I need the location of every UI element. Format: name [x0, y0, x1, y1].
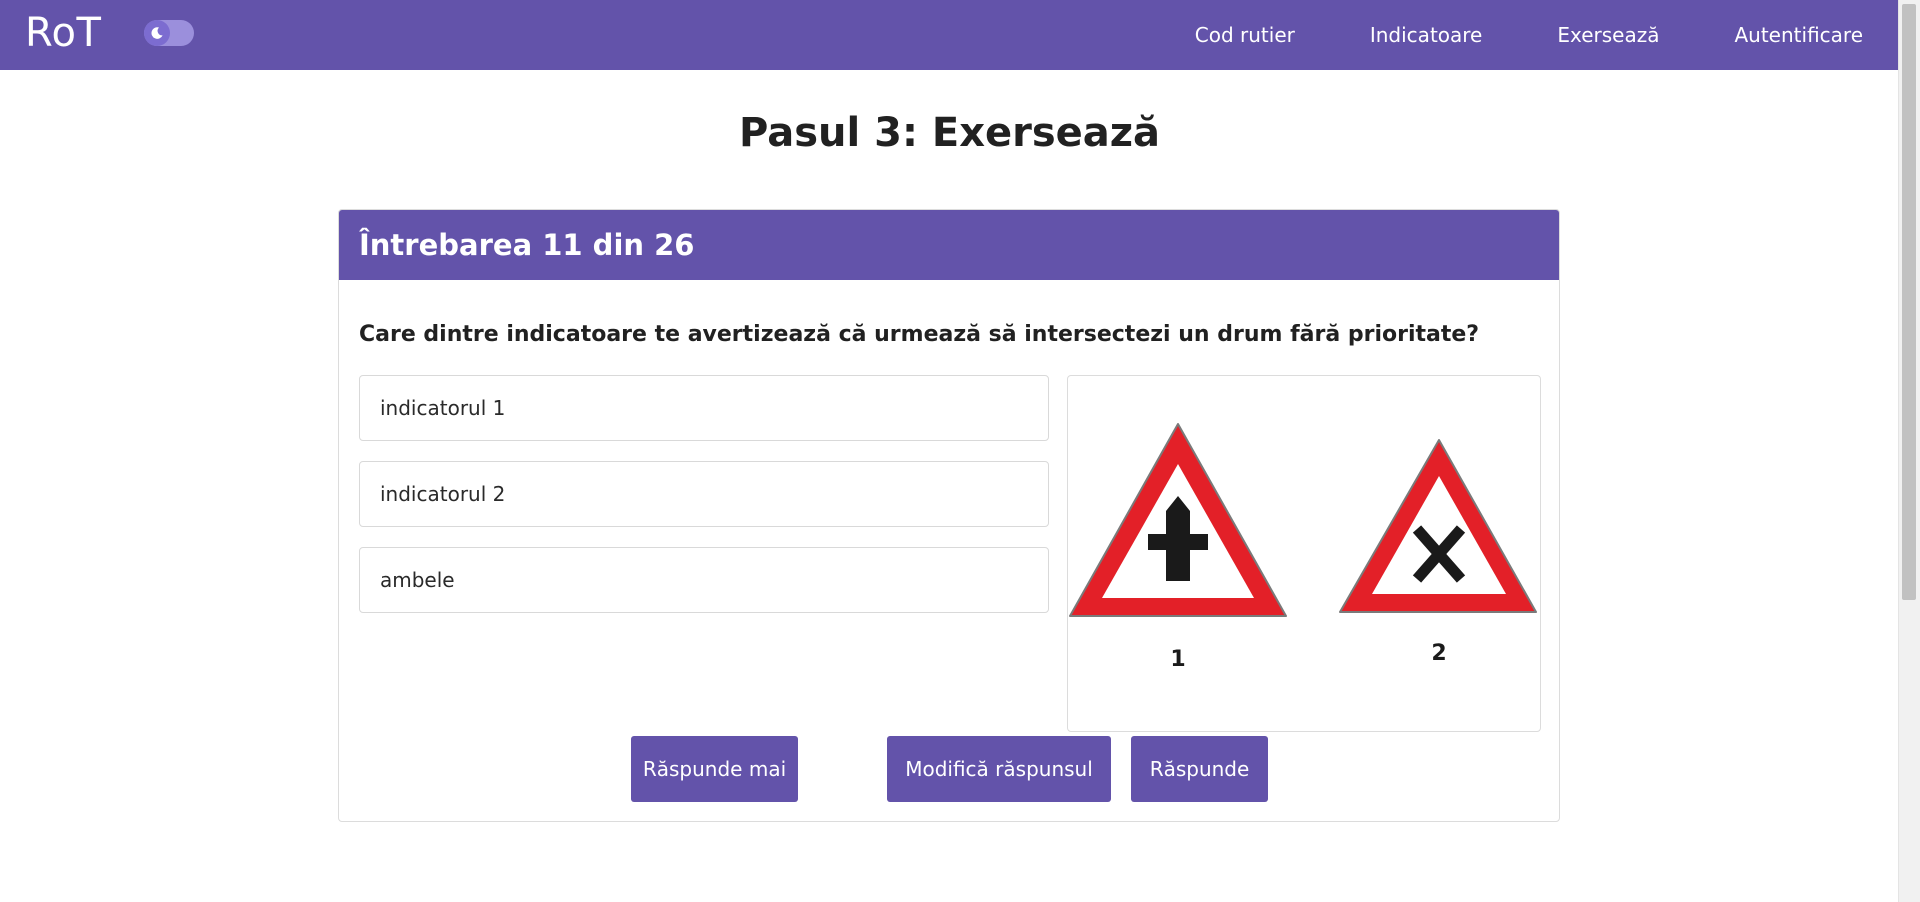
sign-1-label: 1 [1170, 647, 1185, 672]
answer-option-2[interactable]: indicatorul 2 [359, 461, 1049, 527]
modify-answer-button[interactable]: Modifică răspunsul [887, 736, 1111, 802]
answer-option-3[interactable]: ambele [359, 547, 1049, 613]
question-card: Întrebarea 11 din 26 Care dintre indicat… [338, 209, 1560, 822]
vertical-scrollbar[interactable] [1898, 0, 1920, 902]
road-signs-illustration: 1 2 [1069, 423, 1537, 672]
nav-links: Cod rutier Indicatoare Exersează Autenti… [1120, 0, 1863, 70]
nav-link-exerseaza[interactable]: Exersează [1557, 23, 1659, 47]
question-image: 1 2 [1067, 375, 1541, 732]
nav-link-cod-rutier[interactable]: Cod rutier [1195, 23, 1295, 47]
sign-1-priority-road: 1 [1069, 423, 1287, 672]
brand-logo[interactable]: RoT [25, 10, 101, 56]
scrollbar-thumb[interactable] [1902, 4, 1916, 600]
sign-2-label: 2 [1431, 641, 1446, 666]
question-text: Care dintre indicatoare te avertizează c… [359, 322, 1480, 347]
answer-later-button[interactable]: Răspunde mai târziu [631, 736, 798, 802]
navbar: RoT Cod rutier Indicatoare Exersează Aut… [0, 0, 1899, 70]
sign-2-crossroads: 2 [1339, 439, 1537, 666]
nav-link-indicatoare[interactable]: Indicatoare [1370, 23, 1483, 47]
theme-toggle[interactable] [144, 20, 194, 46]
moon-icon [151, 27, 163, 39]
question-counter: Întrebarea 11 din 26 [339, 210, 1559, 280]
submit-answer-button[interactable]: Răspunde [1131, 736, 1268, 802]
answer-option-1[interactable]: indicatorul 1 [359, 375, 1049, 441]
theme-toggle-knob [144, 20, 170, 46]
page-title: Pasul 3: Exersează [738, 110, 1161, 156]
nav-link-autentificare[interactable]: Autentificare [1734, 23, 1863, 47]
